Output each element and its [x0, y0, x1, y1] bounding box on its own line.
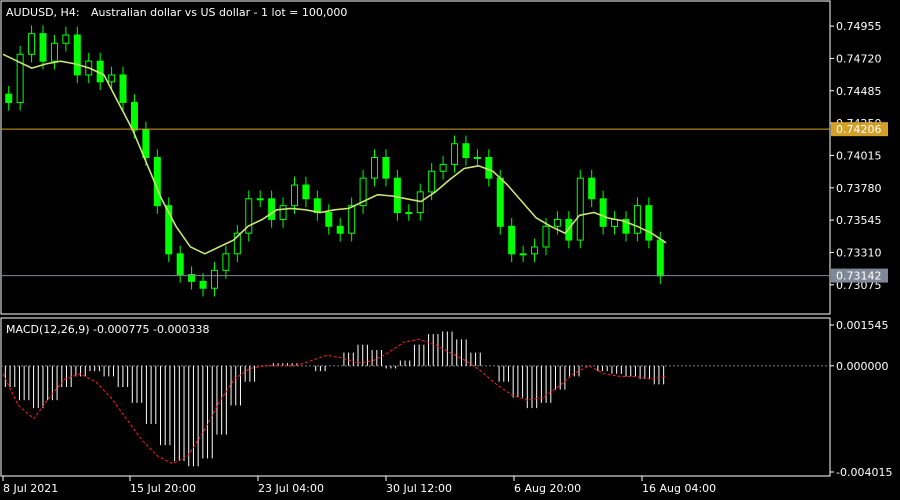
candle-body — [256, 198, 264, 201]
time-tick-label: 30 Jul 12:00 — [386, 482, 452, 495]
macd-tick-label: 0.000000 — [836, 360, 889, 373]
time-tick-label: 23 Jul 04:00 — [258, 482, 324, 495]
candle-body — [290, 184, 298, 207]
candle-body — [508, 225, 516, 255]
macd-tick-label: -0.004015 — [836, 466, 892, 479]
candle-body — [633, 205, 641, 234]
candle-body — [451, 143, 459, 165]
macd-tick-label: 0.001545 — [836, 319, 889, 332]
candle-body — [416, 191, 424, 214]
level-tag-label: 0.74206 — [836, 123, 882, 136]
candle-body — [142, 129, 150, 158]
macd-signal-line — [2, 338, 667, 465]
candle-body — [553, 218, 561, 227]
candle-body — [473, 157, 481, 159]
candle-body — [62, 34, 70, 44]
macd-panel-border — [0, 317, 831, 477]
candle-body — [222, 253, 230, 271]
candle-body — [611, 218, 619, 227]
price-axis[interactable]: 0.749550.747200.744850.742500.740150.737… — [830, 20, 882, 292]
candle-body — [382, 157, 390, 179]
candle-body — [28, 33, 36, 55]
candle-body — [5, 93, 13, 103]
candle-body — [302, 184, 310, 200]
price-panel-border — [0, 0, 831, 315]
candle-body — [599, 198, 607, 227]
candle-body — [119, 74, 127, 103]
candle-body — [130, 101, 138, 131]
chart-symbol: AUDUSD, H4: Australian dollar vs US doll… — [6, 6, 347, 19]
candle-body — [108, 74, 116, 83]
time-tick-label: 16 Aug 04:00 — [642, 482, 716, 495]
bid-price-tag: 0.73142 — [831, 268, 888, 283]
candle-body — [325, 212, 333, 227]
candle-body — [73, 34, 81, 76]
candle-body — [405, 212, 413, 215]
price-tick-label: 0.73545 — [836, 214, 882, 227]
candle-body — [199, 280, 207, 289]
candle-body — [519, 253, 527, 256]
candle-body — [588, 177, 596, 200]
price-tick-label: 0.74015 — [836, 149, 882, 162]
candle-body — [439, 163, 447, 172]
price-tick-label: 0.73310 — [836, 246, 882, 259]
candle-body — [576, 177, 584, 241]
candle-body — [348, 205, 356, 234]
macd-panel[interactable]: MACD(12,26,9) -0.000775 -0.000338 — [0, 317, 831, 477]
macd-label: MACD(12,26,9) -0.000775 -0.000338 — [6, 323, 209, 336]
candle-body — [371, 157, 379, 179]
candle-body — [336, 225, 344, 234]
candle-body — [393, 177, 401, 214]
time-tick-label: 15 Jul 20:00 — [130, 482, 196, 495]
price-tick-label: 0.74720 — [836, 52, 882, 65]
candles-group — [5, 25, 664, 297]
candle-body — [210, 269, 218, 289]
level-price-tag: 0.74206 — [831, 122, 888, 137]
time-axis[interactable]: 8 Jul 2021 15 Jul 20:00 23 Jul 04:00 30 Jul… — [2, 476, 716, 495]
candle-body — [428, 170, 436, 193]
price-tick-label: 0.74485 — [836, 85, 882, 98]
candle-body — [462, 143, 470, 158]
candle-body — [496, 177, 504, 227]
candle-body — [268, 198, 276, 220]
candle-body — [279, 205, 287, 220]
time-tick-label: 6 Aug 20:00 — [514, 482, 581, 495]
price-panel[interactable]: AUDUSD, H4: Australian dollar vs US doll… — [0, 0, 831, 315]
candle-body — [485, 157, 493, 179]
macd-axis[interactable]: 0.001545 0.000000 -0.004015 — [830, 319, 892, 479]
trading-chart[interactable]: AUDUSD, H4: Australian dollar vs US doll… — [0, 0, 900, 500]
candle-body — [153, 157, 161, 207]
candle-body — [656, 239, 664, 277]
candle-body — [313, 198, 321, 214]
candle-body — [176, 253, 184, 275]
bid-tag-label: 0.73142 — [836, 270, 882, 283]
macd-histogram — [4, 331, 665, 467]
candle-body — [50, 42, 58, 62]
candle-body — [542, 225, 550, 248]
candle-body — [39, 33, 47, 62]
candle-body — [645, 205, 653, 241]
price-tick-label: 0.73780 — [836, 182, 882, 195]
time-tick-label: 8 Jul 2021 — [3, 482, 58, 495]
candle-body — [531, 246, 539, 255]
price-tick-label: 0.74955 — [836, 20, 882, 33]
